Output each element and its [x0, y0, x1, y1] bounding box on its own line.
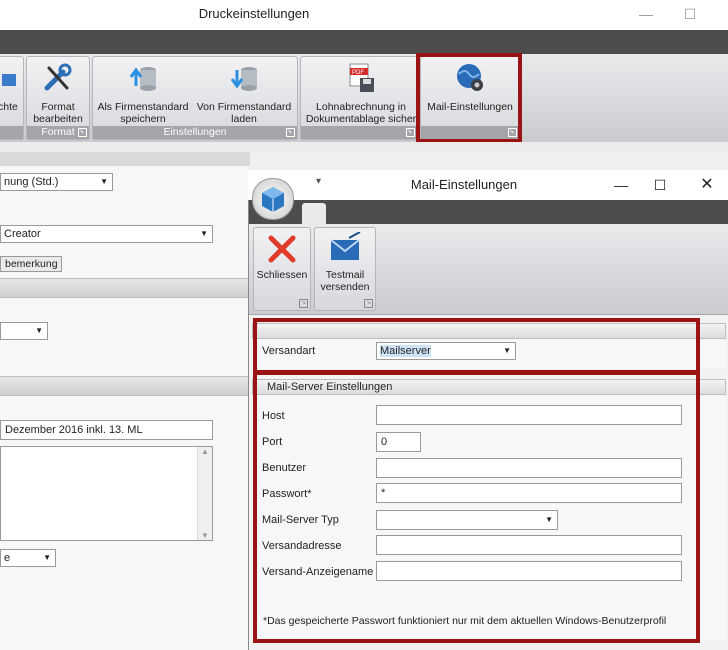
chevron-down-icon: ▼ [200, 229, 208, 238]
tab-bemerkung[interactable]: bemerkung [0, 256, 62, 272]
scrollbar[interactable]: ▲ ▼ [197, 447, 212, 540]
quick-access-dropdown-icon[interactable]: ▾ [316, 176, 321, 187]
svg-text:PDF: PDF [352, 70, 364, 76]
highlight-versandart [253, 318, 700, 374]
left-section-band [0, 278, 248, 298]
von-firmenstandard-laden-button[interactable]: Von Firmenstandard laden [194, 58, 294, 125]
dialog-launcher-icon[interactable]: ↘ [299, 299, 308, 308]
chevron-down-icon: ▼ [43, 553, 51, 562]
dialog-ribbon-tab[interactable] [302, 203, 326, 225]
layout-combo[interactable]: nung (Std.) ▼ [0, 173, 113, 191]
printer-combo[interactable]: Creator ▼ [0, 225, 213, 243]
testmail-versenden-button[interactable]: Testmail versenden ↘ [314, 227, 376, 311]
cut-ribbon-button[interactable]: chte [0, 58, 24, 113]
download-database-icon [230, 67, 257, 91]
dialog-launcher-icon[interactable]: ↘ [78, 128, 87, 137]
left-bottom-combo[interactable]: e ▼ [0, 549, 56, 567]
mail-send-icon [330, 231, 361, 260]
maximize-icon[interactable]: ☐ [678, 3, 702, 25]
quick-access-strip [0, 30, 728, 54]
close-icon[interactable]: ✕ [695, 174, 719, 196]
chevron-down-icon: ▼ [35, 326, 43, 335]
highlight-mail-server [253, 371, 700, 643]
pdf-save-icon: PDF [349, 63, 374, 92]
dialog-launcher-icon[interactable]: ↘ [364, 299, 373, 308]
left-small-combo[interactable]: ▼ [0, 322, 48, 340]
close-x-icon [268, 235, 296, 263]
maximize-icon[interactable]: ☐ [648, 174, 672, 196]
left-header-band [0, 152, 250, 166]
ribbon-bottom-strip [0, 142, 728, 152]
dialog-launcher-icon[interactable]: ↘ [406, 128, 415, 137]
lohnabrechnung-dokumentablage-button[interactable]: PDF Lohnabrechnung in Dokumentablage sic… [302, 58, 420, 125]
notes-textarea[interactable]: ▲ ▼ [0, 446, 213, 541]
tools-icon [44, 63, 72, 91]
app-menu-button[interactable] [252, 178, 294, 220]
minimize-icon[interactable]: — [634, 3, 658, 25]
minimize-icon[interactable]: — [609, 174, 633, 196]
highlight-ribbon-mail [416, 53, 522, 143]
cube-icon [262, 187, 284, 212]
dialog-launcher-icon[interactable]: ↘ [286, 128, 295, 137]
als-firmenstandard-speichern-button[interactable]: Als Firmenstandard speichern [94, 58, 192, 125]
schliessen-button[interactable]: Schliessen ↘ [253, 227, 311, 311]
left-section-band-2 [0, 376, 248, 396]
scroll-up-icon[interactable]: ▲ [198, 447, 212, 456]
upload-database-icon [129, 67, 156, 91]
period-text-field[interactable]: Dezember 2016 inkl. 13. ML [0, 420, 213, 440]
window-title: Druckeinstellungen [198, 6, 310, 21]
chevron-down-icon: ▼ [100, 177, 108, 186]
dialog-title: Mail-Einstellungen [410, 177, 518, 192]
format-bearbeiten-button[interactable]: Format bearbeiten [28, 58, 88, 125]
scroll-down-icon[interactable]: ▼ [198, 531, 212, 540]
